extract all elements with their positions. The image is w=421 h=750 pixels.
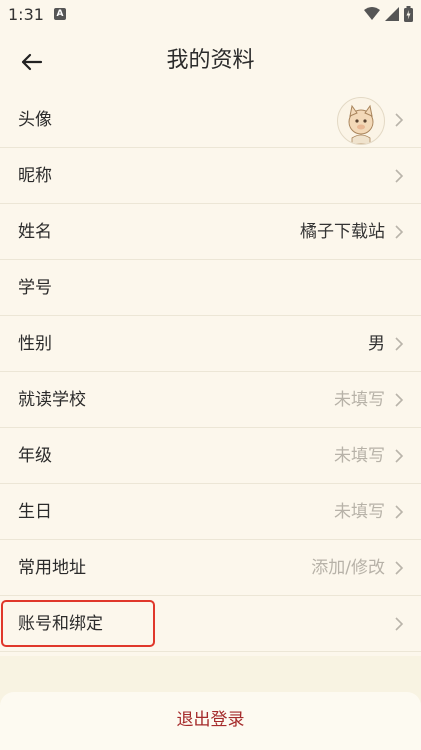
row-gender[interactable]: 性别 男 (0, 316, 421, 372)
row-birthday[interactable]: 生日 未填写 (0, 484, 421, 540)
row-value: 橘子下载站 (300, 222, 385, 242)
chevron-right-icon (395, 617, 404, 631)
chevron-right-icon (395, 449, 404, 463)
row-grade[interactable]: 年级 未填写 (0, 428, 421, 484)
row-student-id: 学号 (0, 260, 421, 316)
row-label: 头像 (18, 110, 52, 130)
row-label: 姓名 (18, 222, 52, 242)
chevron-right-icon (395, 393, 404, 407)
row-account-binding[interactable]: 账号和绑定 (0, 596, 421, 652)
chevron-right-icon (395, 225, 404, 239)
battery-icon (404, 6, 413, 22)
row-label: 就读学校 (18, 390, 86, 410)
chevron-right-icon (395, 113, 404, 127)
row-school[interactable]: 就读学校 未填写 (0, 372, 421, 428)
row-label: 学号 (18, 278, 52, 298)
sim-indicator-icon: A (54, 8, 66, 20)
logout-button[interactable]: 退出登录 (0, 692, 421, 750)
status-bar: 1:31 A (0, 0, 421, 28)
row-nickname[interactable]: 昵称 (0, 148, 421, 204)
status-icons (364, 6, 413, 22)
row-value: 男 (368, 334, 385, 354)
row-avatar[interactable]: 头像 (0, 92, 421, 148)
row-name[interactable]: 姓名 橘子下载站 (0, 204, 421, 260)
chevron-right-icon (395, 169, 404, 183)
wifi-icon (364, 7, 380, 20)
avatar-image-icon (348, 104, 374, 144)
row-value: 添加/修改 (311, 558, 385, 578)
avatar (337, 97, 385, 145)
row-label: 性别 (18, 334, 52, 354)
chevron-right-icon (395, 337, 404, 351)
signal-icon (385, 7, 399, 21)
row-value: 未填写 (334, 390, 385, 410)
row-value: 未填写 (334, 502, 385, 522)
chevron-right-icon (395, 561, 404, 575)
row-label: 生日 (18, 502, 52, 522)
page-title: 我的资料 (166, 48, 255, 73)
row-label: 常用地址 (18, 558, 86, 578)
row-label: 年级 (18, 446, 52, 466)
profile-list: 头像 昵称 姓名 橘子下载站 学号 性别 男 就读学校 未填写 年级 未填写 生… (0, 92, 421, 652)
status-time: 1:31 (8, 5, 44, 24)
app-header: 我的资料 (0, 28, 421, 92)
row-label: 昵称 (18, 166, 52, 186)
row-address[interactable]: 常用地址 添加/修改 (0, 540, 421, 596)
row-value: 未填写 (334, 446, 385, 466)
chevron-right-icon (395, 505, 404, 519)
row-label: 账号和绑定 (18, 614, 103, 634)
